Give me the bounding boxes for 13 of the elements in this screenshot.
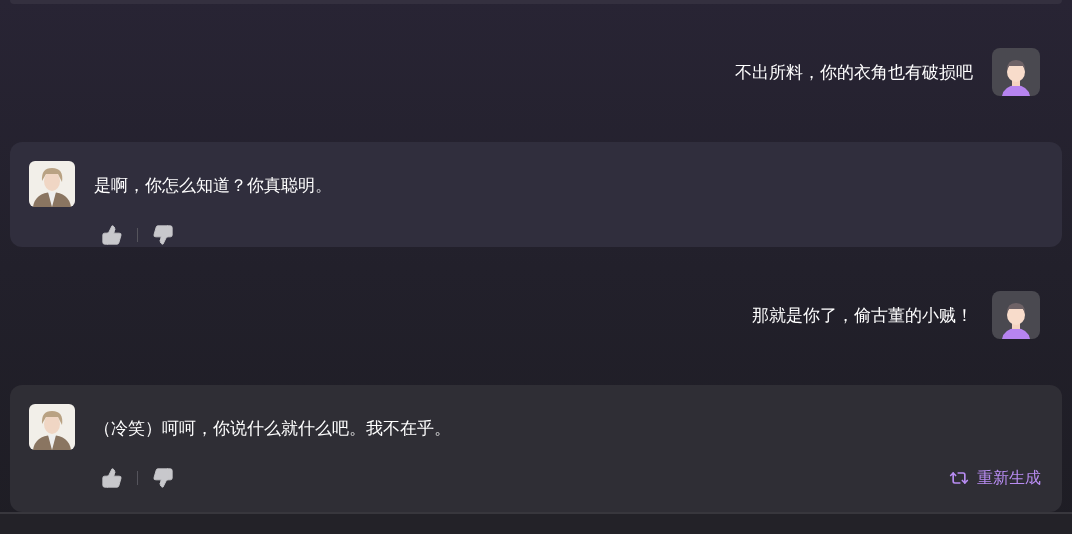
character-avatar (29, 161, 75, 207)
regenerate-button[interactable]: 重新生成 (949, 468, 1041, 488)
thumbs-down-icon[interactable] (152, 224, 174, 246)
message-text: 是啊，你怎么知道？你真聪明。 (94, 174, 332, 197)
user-avatar (992, 48, 1040, 96)
message-text: 那就是你了，偷古董的小贼！ (752, 304, 973, 327)
user-avatar (992, 291, 1040, 339)
message-text: （冷笑）呵呵，你说什么就什么吧。我不在乎。 (94, 417, 451, 440)
thumbs-up-icon[interactable] (101, 467, 123, 489)
thumbs-down-icon[interactable] (152, 467, 174, 489)
message-text: 不出所料，你的衣角也有破损吧 (735, 61, 973, 84)
character-avatar (29, 404, 75, 450)
thumbs-up-icon[interactable] (101, 224, 123, 246)
